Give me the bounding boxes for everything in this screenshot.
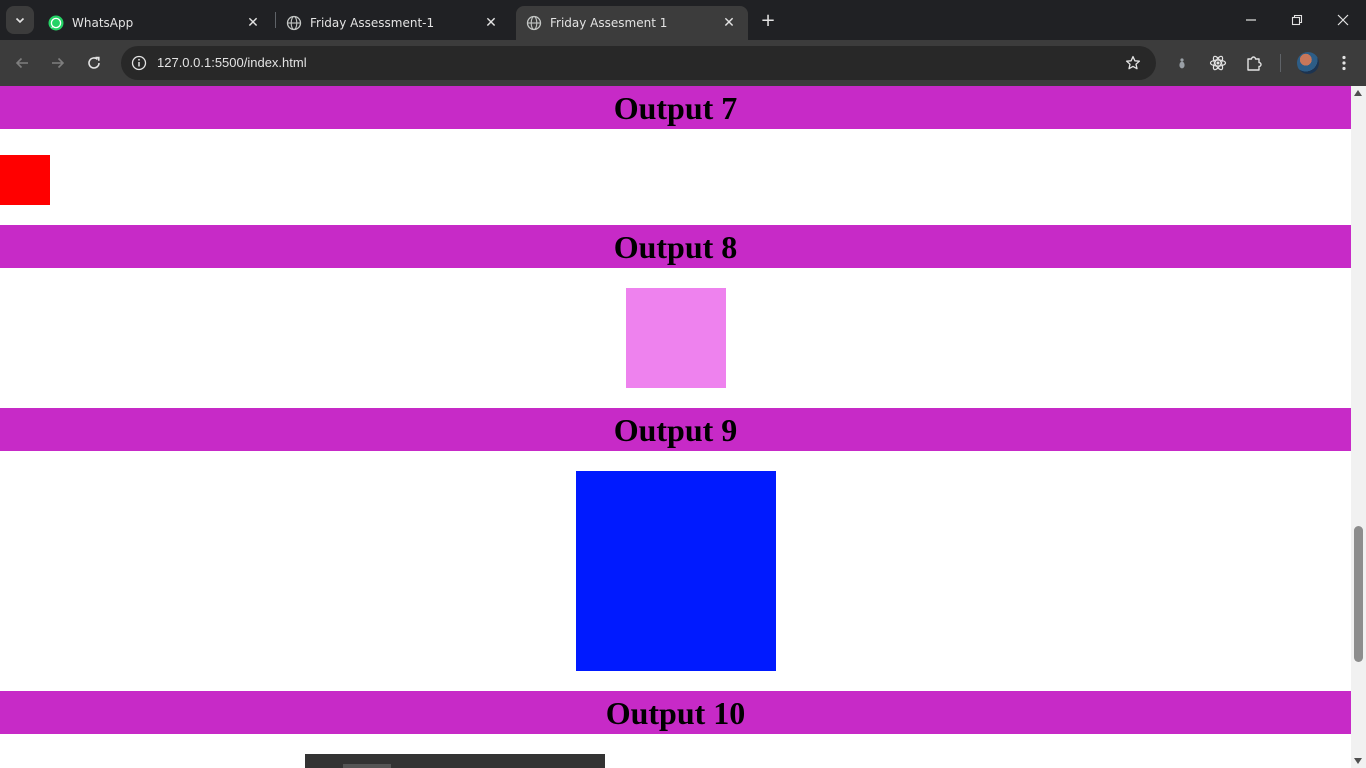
extensions-puzzle-icon[interactable] [1244, 53, 1264, 73]
section-heading-output-8: Output 8 [0, 225, 1351, 268]
section-heading-output-7: Output 7 [0, 86, 1351, 129]
menu-kebab-icon[interactable] [1334, 53, 1354, 73]
close-icon[interactable]: ✕ [482, 14, 500, 32]
minimize-button[interactable] [1228, 0, 1274, 40]
close-icon [1337, 14, 1349, 26]
tab-whatsapp[interactable]: WhatsApp ✕ [38, 6, 272, 40]
scroll-up-arrow-icon[interactable] [1354, 90, 1362, 96]
url-text[interactable]: 127.0.0.1:5500/index.html [157, 55, 307, 70]
output-9-box [576, 471, 776, 671]
close-window-button[interactable] [1320, 0, 1366, 40]
output-8-box [626, 288, 726, 388]
tab-friday-assesment-1-active[interactable]: Friday Assesment 1 ✕ [516, 6, 748, 40]
restore-button[interactable] [1274, 0, 1320, 40]
reload-icon [88, 56, 100, 69]
restore-icon [1291, 14, 1303, 26]
output-10-inner-box [343, 764, 391, 768]
tab-title: Friday Assessment-1 [310, 16, 435, 30]
heading-text: Output 10 [605, 694, 746, 731]
page-scrollbar[interactable] [1351, 86, 1366, 768]
close-icon[interactable]: ✕ [244, 14, 262, 32]
scrollbar-thumb[interactable] [1354, 526, 1363, 662]
page-viewport: Output 7 Output 8 Output 9 Output 10 [0, 86, 1351, 768]
tab-search-button[interactable] [6, 6, 34, 34]
arrow-right-icon [52, 57, 65, 69]
scroll-down-arrow-icon[interactable] [1354, 758, 1362, 764]
heading-text: Output 8 [613, 228, 738, 265]
toolbar-separator [1280, 54, 1281, 72]
address-bar[interactable]: 127.0.0.1:5500/index.html [121, 46, 1156, 80]
extension-dot-icon[interactable] [1172, 53, 1192, 73]
tab-title: Friday Assesment 1 [550, 16, 668, 30]
tab-friday-assessment-1[interactable]: Friday Assessment-1 ✕ [276, 6, 510, 40]
new-tab-button[interactable]: + [756, 8, 780, 32]
reload-button[interactable] [82, 51, 106, 75]
tab-title: WhatsApp [72, 16, 134, 30]
output-7-box [0, 155, 50, 205]
react-devtools-icon[interactable] [1208, 53, 1228, 73]
back-button[interactable] [10, 51, 34, 75]
browser-toolbar: 127.0.0.1:5500/index.html [0, 40, 1366, 86]
profile-avatar[interactable] [1297, 52, 1319, 74]
section-heading-output-9: Output 9 [0, 408, 1351, 451]
arrow-left-icon [15, 57, 28, 69]
globe-icon [286, 15, 302, 31]
close-icon[interactable]: ✕ [720, 14, 738, 32]
minimize-icon [1246, 19, 1256, 21]
forward-button[interactable] [46, 51, 70, 75]
heading-text: Output 9 [613, 411, 738, 448]
whatsapp-icon [48, 15, 64, 31]
site-info-icon[interactable] [129, 53, 149, 73]
chevron-down-icon [15, 17, 25, 24]
output-10-box [305, 754, 605, 768]
bookmark-star-icon[interactable] [1124, 54, 1142, 72]
tab-strip: WhatsApp ✕ Friday Assessment-1 ✕ Friday … [0, 0, 1366, 40]
globe-icon [526, 15, 542, 31]
heading-text: Output 7 [613, 89, 738, 126]
section-heading-output-10: Output 10 [0, 691, 1351, 734]
